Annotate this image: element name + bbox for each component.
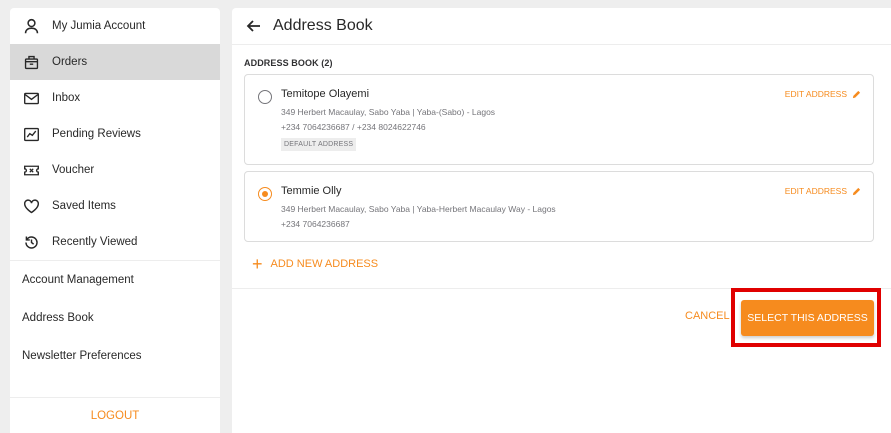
select-address-button[interactable]: SELECT THIS ADDRESS (741, 300, 874, 336)
sidebar-link-address-book[interactable]: Address Book (10, 299, 220, 337)
sidebar-link-newsletter-preferences[interactable]: Newsletter Preferences (10, 337, 220, 375)
sidebar-item-label: My Jumia Account (52, 20, 146, 32)
address-radio[interactable] (258, 187, 272, 201)
sidebar-item-orders[interactable]: Orders (10, 44, 220, 80)
panel-header: Address Book (232, 8, 891, 45)
sidebar-item-saved-items[interactable]: Saved Items (10, 188, 220, 224)
address-card[interactable]: Temitope Olayemi 349 Herbert Macaulay, S… (244, 74, 874, 165)
voucher-icon (23, 162, 40, 179)
sidebar-item-recently-viewed[interactable]: Recently Viewed (10, 224, 220, 260)
add-new-address-button[interactable]: + ADD NEW ADDRESS (252, 254, 379, 274)
address-name: Temmie Olly (281, 185, 342, 197)
address-line: 349 Herbert Macaulay, Sabo Yaba | Yaba-(… (281, 107, 496, 117)
sidebar-link-account-management[interactable]: Account Management (10, 261, 220, 299)
heart-icon (23, 198, 40, 215)
page-title: Address Book (273, 17, 373, 34)
sidebar-item-inbox[interactable]: Inbox (10, 80, 220, 116)
sidebar-item-label: Pending Reviews (52, 128, 141, 140)
account-sidebar: My Jumia Account Orders Inbox Pending Re… (10, 8, 220, 433)
mail-icon (23, 90, 40, 107)
address-card[interactable]: Temmie Olly 349 Herbert Macaulay, Sabo Y… (244, 171, 874, 242)
section-label: ADDRESS BOOK (2) (244, 58, 333, 68)
sidebar-item-label: Recently Viewed (52, 236, 138, 248)
sidebar-item-label: Inbox (52, 92, 81, 104)
add-new-address-label: ADD NEW ADDRESS (270, 258, 379, 270)
edit-address-label: EDIT ADDRESS (784, 186, 847, 196)
cancel-button[interactable]: CANCEL (685, 310, 730, 322)
sidebar-item-my-account[interactable]: My Jumia Account (10, 8, 220, 44)
address-line: 349 Herbert Macaulay, Sabo Yaba | Yaba-H… (281, 204, 556, 214)
pencil-icon (852, 90, 861, 98)
address-book-panel: Address Book ADDRESS BOOK (2) Temitope O… (232, 8, 891, 433)
sidebar-item-label: Orders (52, 56, 88, 68)
edit-address-button[interactable]: EDIT ADDRESS (785, 89, 861, 99)
arrow-left-icon (246, 20, 260, 32)
review-icon (23, 126, 40, 143)
address-name: Temitope Olayemi (281, 88, 370, 100)
user-icon (23, 18, 40, 35)
history-icon (23, 234, 40, 251)
address-phone: +234 7064236687 (281, 219, 350, 229)
address-radio[interactable] (258, 90, 272, 104)
edit-address-label: EDIT ADDRESS (784, 89, 847, 99)
pencil-icon (852, 187, 861, 195)
edit-address-button[interactable]: EDIT ADDRESS (785, 186, 861, 196)
address-phone: +234 7064236687 / +234 8024622746 (281, 122, 426, 132)
sidebar-item-voucher[interactable]: Voucher (10, 152, 220, 188)
default-address-badge: DEFAULT ADDRESS (281, 138, 357, 151)
sidebar-item-label: Voucher (52, 164, 95, 176)
back-button[interactable] (242, 14, 266, 38)
orders-icon (23, 54, 40, 71)
logout-button[interactable]: LOGOUT (10, 397, 220, 433)
sidebar-item-pending-reviews[interactable]: Pending Reviews (10, 116, 220, 152)
plus-icon: + (252, 254, 263, 274)
sidebar-item-label: Saved Items (52, 200, 116, 212)
